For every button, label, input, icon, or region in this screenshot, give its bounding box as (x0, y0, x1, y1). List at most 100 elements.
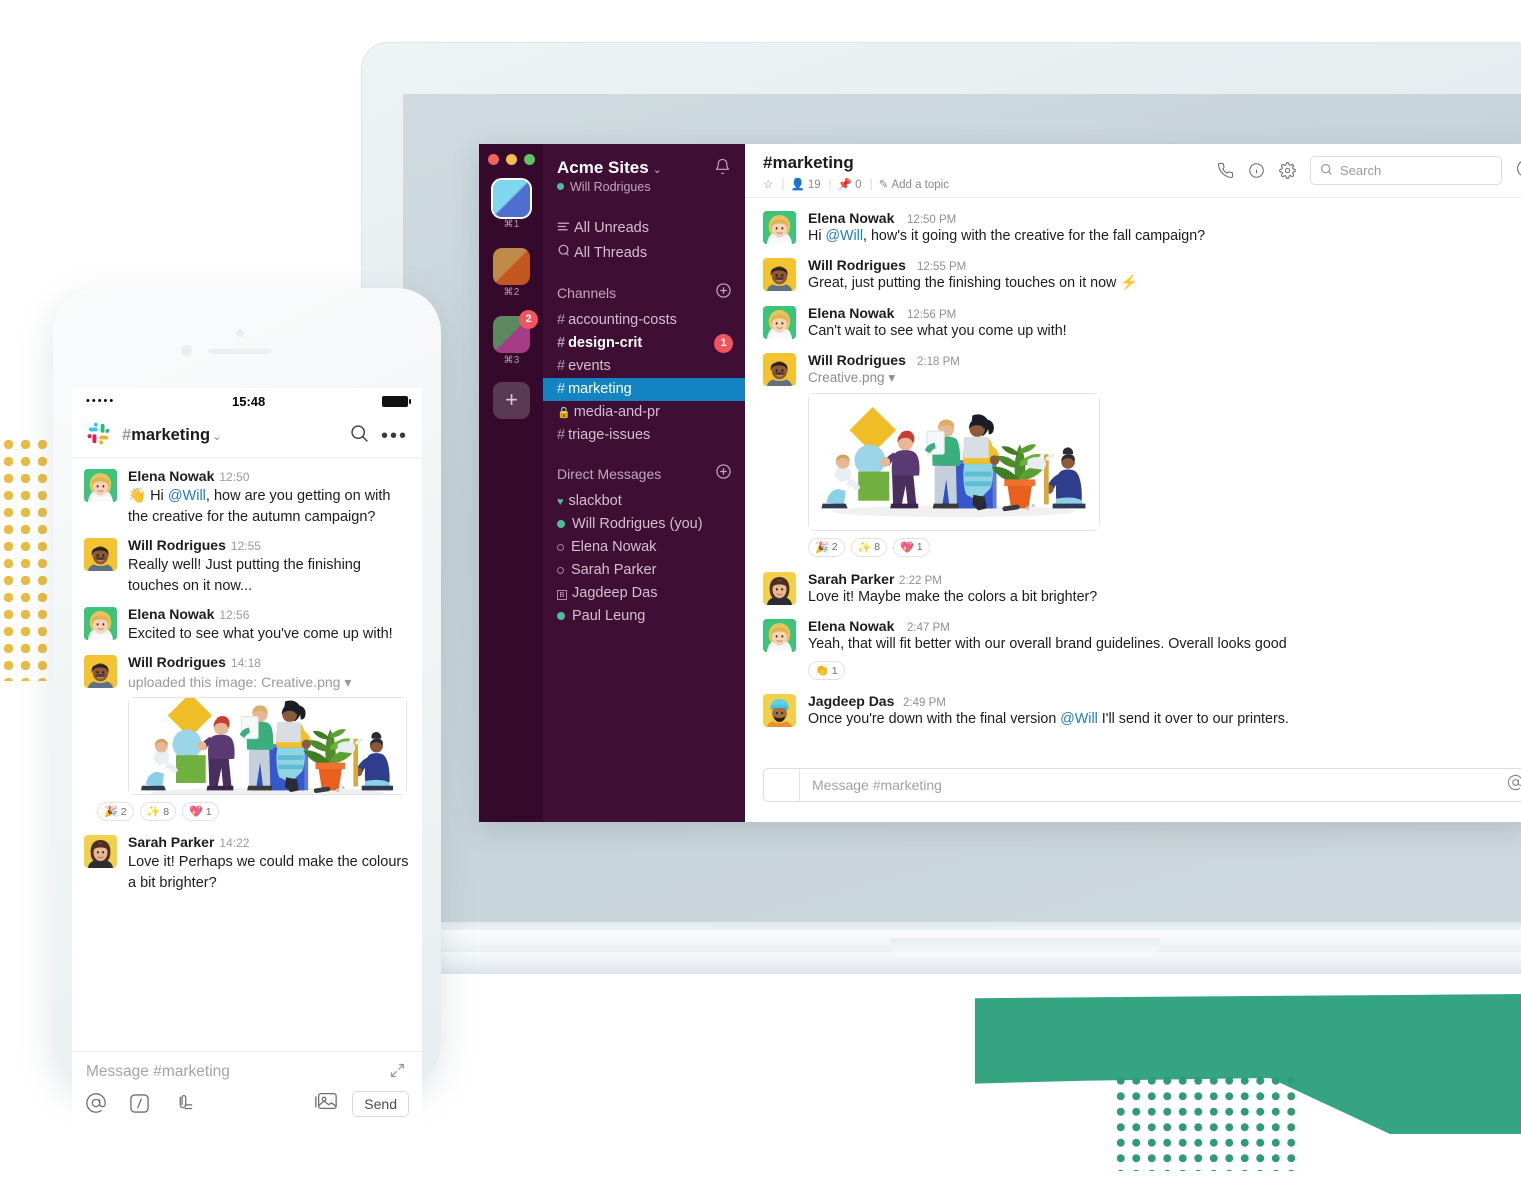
signal-icon: ••••• (86, 395, 116, 407)
maximize-window-button[interactable] (524, 154, 535, 165)
sidebar-item-paul-leung[interactable]: Paul Leung (543, 605, 745, 628)
add-workspace-button[interactable]: + (493, 382, 530, 419)
mention-link[interactable]: @Will (1060, 711, 1098, 727)
sidebar-item-elena-nowak[interactable]: Elena Nowak (543, 536, 745, 559)
message-time: 12:56 (219, 608, 250, 623)
search-input[interactable]: Search (1310, 156, 1502, 185)
message-text: Yeah, that will fit better with our over… (808, 636, 1287, 653)
message-text: 👋 Hi @Will, how are you getting on with … (128, 488, 391, 526)
window-traffic-lights[interactable] (488, 154, 535, 165)
search-icon[interactable] (349, 423, 370, 449)
avatar (763, 258, 796, 291)
avatar (84, 655, 117, 688)
sidebar-item-marketing[interactable]: # marketing (543, 378, 745, 401)
message-input-placeholder[interactable]: Message #marketing (86, 1063, 230, 1081)
dm-label: Will Rodrigues (you) (572, 516, 703, 532)
at-icon[interactable] (1507, 774, 1521, 796)
add-topic-label[interactable]: Add a topic (891, 179, 949, 191)
attachment-image[interactable] (808, 392, 1100, 531)
message-text: Love it! Maybe make the colors a bit bri… (808, 588, 1098, 605)
sidebar-item-will-rodrigues[interactable]: Will Rodrigues (you) (543, 513, 745, 536)
image-icon[interactable] (314, 1090, 338, 1117)
message-input-placeholder[interactable]: Message #marketing (800, 777, 1507, 793)
star-icon[interactable]: ☆ (763, 179, 773, 191)
message-item: Will Rodrigues 12:55 Really well! Just pu… (84, 537, 410, 597)
attachment-icon[interactable] (172, 1092, 194, 1119)
reaction-chip[interactable]: ✨ 8 (850, 537, 888, 557)
message-time: 12:56 PM (907, 308, 957, 321)
message-time: 12:55 (230, 539, 261, 554)
new-dm-button[interactable] (716, 464, 731, 483)
mention-link[interactable]: @Will (825, 228, 863, 244)
attachment-image[interactable] (128, 697, 407, 795)
channel-label: accounting-costs (568, 312, 677, 328)
chevron-down-icon[interactable]: ▾ (344, 674, 351, 690)
more-icon[interactable]: ••• (381, 426, 408, 446)
avatar (84, 835, 117, 868)
minimize-window-button[interactable] (506, 154, 517, 165)
message-time: 14:22 (219, 836, 250, 851)
threads-icon (557, 244, 574, 261)
workspace-icon-2[interactable] (493, 248, 530, 285)
dm-label: slackbot (568, 493, 622, 509)
reaction-chip[interactable]: 🎉 2 (97, 802, 134, 822)
sidebar-item-all-unreads[interactable]: All Unreads (557, 220, 649, 236)
status-time: 15:48 (232, 393, 266, 409)
reaction-chip[interactable]: 💖 1 (182, 802, 219, 822)
members-count: 19 (807, 179, 821, 191)
presence-dot-icon (557, 183, 564, 190)
dms-section-header: Direct Messages (557, 466, 662, 482)
slash-command-icon[interactable] (129, 1093, 150, 1119)
current-user[interactable]: Will Rodrigues (557, 180, 651, 194)
pin-icon[interactable]: 📌 (838, 179, 852, 191)
reaction-chip[interactable]: 🎉 2 (808, 537, 845, 557)
attachment-filename[interactable]: uploaded this image: Creative.png ▾ (128, 672, 410, 692)
phone-icon[interactable] (1217, 162, 1234, 179)
reaction-chip[interactable]: ✨ 8 (139, 802, 177, 822)
message-item: Elena Nowak 12:56 PM Can't wait to see w… (763, 305, 1511, 341)
close-window-button[interactable] (488, 154, 499, 165)
sidebar-item-sarah-parker[interactable]: Sarah Parker (543, 559, 745, 582)
avatar (84, 538, 117, 571)
avatar (84, 607, 117, 640)
at-icon[interactable] (1516, 159, 1521, 183)
battery-icon (382, 395, 411, 407)
workspace-name-button[interactable]: Acme Sites ⌄ (557, 158, 662, 178)
reaction-chip[interactable]: 👏 1 (808, 661, 845, 681)
chevron-down-icon[interactable]: ▾ (888, 370, 895, 385)
plus-icon[interactable]: plus-icon (764, 769, 800, 801)
hash-icon: # (557, 381, 566, 397)
reaction-chip[interactable]: 💖 1 (893, 537, 930, 557)
channel-unread-badge: 1 (714, 334, 733, 353)
sidebar-item-design-crit[interactable]: # design-crit 1 (543, 332, 745, 355)
phone-composer-actions: Send (314, 1090, 409, 1117)
sidebar-item-media-and-pr[interactable]: 🔒 media-and-pr (543, 401, 745, 424)
pencil-icon[interactable]: ✎ (879, 179, 889, 191)
workspace-name-label: Acme Sites (557, 158, 649, 177)
info-icon[interactable] (1248, 162, 1265, 179)
message-composer[interactable]: plus-icon Message #marketing (763, 768, 1521, 802)
message-time: 12:50 (219, 470, 250, 484)
gear-icon[interactable] (1279, 162, 1296, 179)
expand-icon[interactable] (389, 1062, 406, 1083)
sidebar-item-events[interactable]: # events (543, 355, 745, 378)
dm-label: Paul Leung (572, 608, 646, 624)
send-button[interactable]: Send (352, 1090, 409, 1117)
attachment-filename[interactable]: Creative.png ▾ (808, 370, 1511, 386)
message-text: Once you're down with the final version … (808, 711, 1289, 728)
workspace-icon-1[interactable] (491, 178, 532, 219)
sidebar-item-accounting-costs[interactable]: # accounting-costs (543, 309, 745, 332)
heart-icon: ♥ (557, 496, 564, 508)
message-list: Elena Nowak 12:50 PM Hi @Will, how's it … (745, 198, 1521, 760)
page-title[interactable]: #marketing ⌄ (122, 426, 338, 445)
add-channel-button[interactable] (716, 283, 731, 302)
mention-link[interactable]: @Will (168, 488, 206, 504)
at-icon[interactable] (85, 1092, 107, 1119)
sidebar-item-triage-issues[interactable]: # triage-issues (543, 424, 745, 447)
members-icon[interactable]: 👤 (791, 179, 805, 191)
sidebar-item-slackbot[interactable]: ♥ slackbot (543, 490, 745, 513)
sidebar-item-jagdeep-das[interactable]: B Jagdeep Das (543, 582, 745, 605)
message-text: Excited to see what you've come up with! (128, 626, 393, 643)
bell-icon[interactable] (714, 158, 731, 180)
sidebar-item-all-threads[interactable]: All Threads (557, 244, 647, 261)
